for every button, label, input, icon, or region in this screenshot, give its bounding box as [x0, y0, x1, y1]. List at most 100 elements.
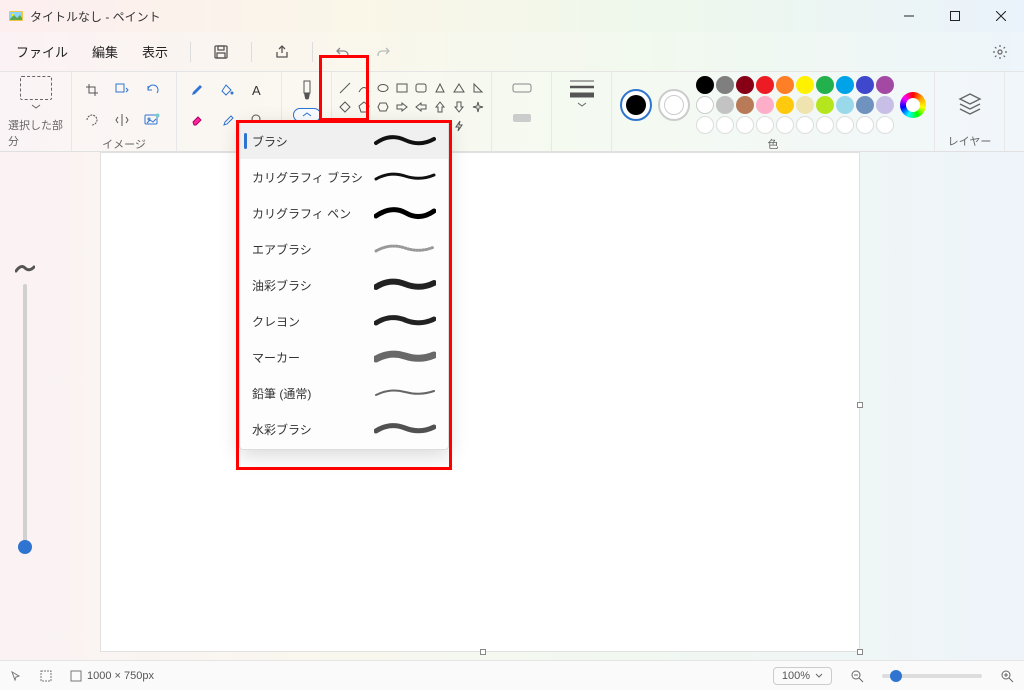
color-primary[interactable]: [620, 89, 652, 121]
free-select-icon[interactable]: [80, 108, 104, 132]
color-swatch[interactable]: [876, 116, 894, 134]
color-swatch[interactable]: [876, 96, 894, 114]
maximize-button[interactable]: [932, 0, 978, 32]
shape-arrow-up[interactable]: [432, 99, 448, 115]
layers-icon[interactable]: [956, 90, 984, 118]
color-swatch[interactable]: [696, 76, 714, 94]
ai-image-icon[interactable]: [140, 108, 164, 132]
settings-icon[interactable]: [986, 38, 1014, 66]
fill-shape-icon[interactable]: [510, 106, 534, 130]
color-swatch[interactable]: [696, 116, 714, 134]
color-swatch[interactable]: [736, 96, 754, 114]
color-swatch[interactable]: [816, 76, 834, 94]
color-swatch[interactable]: [776, 96, 794, 114]
color-swatch[interactable]: [836, 76, 854, 94]
color-swatch[interactable]: [876, 76, 894, 94]
shape-star4[interactable]: [470, 99, 486, 115]
brush-option[interactable]: 油彩ブラシ: [240, 267, 448, 303]
close-button[interactable]: [978, 0, 1024, 32]
chevron-down-icon[interactable]: [31, 104, 41, 110]
save-icon[interactable]: [207, 38, 235, 66]
color-swatch[interactable]: [756, 76, 774, 94]
shape-curve[interactable]: [356, 80, 372, 96]
shape-pentagon[interactable]: [356, 99, 372, 115]
thickness-slider[interactable]: [23, 284, 27, 554]
color-swatch[interactable]: [776, 116, 794, 134]
zoom-level[interactable]: 100%: [773, 667, 832, 685]
edit-colors-icon[interactable]: [900, 92, 926, 118]
color-swatch[interactable]: [856, 116, 874, 134]
shape-rect[interactable]: [394, 80, 410, 96]
color-swatch[interactable]: [796, 76, 814, 94]
rectangle-select-icon[interactable]: [20, 76, 52, 100]
outline-icon[interactable]: [510, 76, 534, 100]
color-swatch[interactable]: [716, 76, 734, 94]
brush-option[interactable]: カリグラフィ ペン: [240, 195, 448, 231]
brush-option[interactable]: クレヨン: [240, 303, 448, 339]
color-swatch[interactable]: [856, 96, 874, 114]
color-swatch[interactable]: [716, 96, 734, 114]
pencil-icon[interactable]: [185, 78, 209, 102]
brush-option[interactable]: マーカー: [240, 339, 448, 375]
minimize-button[interactable]: [886, 0, 932, 32]
color-swatch[interactable]: [836, 96, 854, 114]
share-icon[interactable]: [268, 38, 296, 66]
shape-line[interactable]: [337, 80, 353, 96]
shape-arrow-left[interactable]: [413, 99, 429, 115]
shape-right-triangle[interactable]: [470, 80, 486, 96]
stroke-width-icon[interactable]: [567, 76, 597, 100]
brush-option[interactable]: 水彩ブラシ: [240, 411, 448, 447]
menu-edit[interactable]: 編集: [86, 38, 124, 65]
shape-lightning[interactable]: [451, 118, 467, 134]
shape-arrow-right[interactable]: [394, 99, 410, 115]
shape-hexagon[interactable]: [375, 99, 391, 115]
shape-diamond[interactable]: [337, 99, 353, 115]
shape-triangle[interactable]: [451, 80, 467, 96]
fill-icon[interactable]: [215, 78, 239, 102]
brush-stroke-preview: [374, 419, 436, 439]
color-swatch[interactable]: [736, 116, 754, 134]
eyedropper-icon[interactable]: [215, 108, 239, 132]
brush-option[interactable]: エアブラシ: [240, 231, 448, 267]
color-swatch[interactable]: [696, 96, 714, 114]
shape-oval[interactable]: [375, 80, 391, 96]
brush-option[interactable]: 鉛筆 (通常): [240, 375, 448, 411]
color-swatch[interactable]: [716, 116, 734, 134]
text-icon[interactable]: A: [245, 78, 269, 102]
crop-icon[interactable]: [80, 78, 104, 102]
brush-option-label: エアブラシ: [252, 241, 312, 258]
brush-option[interactable]: カリグラフィ ブラシ: [240, 159, 448, 195]
zoom-out-icon[interactable]: [850, 669, 864, 683]
color-swatch[interactable]: [776, 76, 794, 94]
shape-roundrect[interactable]: [413, 80, 429, 96]
zoom-in-icon[interactable]: [1000, 669, 1014, 683]
canvas[interactable]: [100, 152, 860, 652]
color-swatch[interactable]: [856, 76, 874, 94]
brush-stroke-preview: [374, 203, 436, 223]
menu-bar: ファイル 編集 表示: [0, 32, 1024, 72]
redo-icon[interactable]: [369, 38, 397, 66]
brush-option[interactable]: ブラシ: [240, 123, 448, 159]
titlebar: タイトルなし - ペイント: [0, 0, 1024, 32]
color-swatch[interactable]: [816, 96, 834, 114]
shape-arrow-down[interactable]: [451, 99, 467, 115]
chevron-down-icon[interactable]: [577, 102, 587, 108]
color-swatch[interactable]: [796, 116, 814, 134]
menu-file[interactable]: ファイル: [10, 38, 74, 65]
color-swatch[interactable]: [756, 96, 774, 114]
menu-view[interactable]: 表示: [136, 38, 174, 65]
flip-icon[interactable]: [110, 108, 134, 132]
shape-polygon[interactable]: [432, 80, 448, 96]
color-swatch[interactable]: [756, 116, 774, 134]
color-swatch[interactable]: [796, 96, 814, 114]
resize-icon[interactable]: [110, 78, 134, 102]
color-swatch[interactable]: [836, 116, 854, 134]
zoom-slider[interactable]: [882, 674, 982, 678]
color-secondary[interactable]: [658, 89, 690, 121]
color-swatch[interactable]: [736, 76, 754, 94]
eraser-icon[interactable]: [185, 108, 209, 132]
brush-tool[interactable]: [289, 76, 325, 126]
undo-icon[interactable]: [329, 38, 357, 66]
rotate-icon[interactable]: [140, 78, 164, 102]
color-swatch[interactable]: [816, 116, 834, 134]
